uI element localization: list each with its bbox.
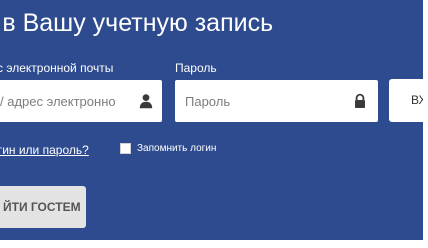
login-input[interactable] (0, 80, 140, 122)
page-edge-bottom (0, 240, 428, 248)
password-input[interactable] (185, 80, 345, 122)
lock-icon (355, 93, 365, 108)
password-field[interactable] (175, 80, 378, 122)
forgot-credentials-link[interactable]: логин или пароль? (0, 143, 89, 157)
password-field-label: Пароль (175, 61, 217, 75)
remember-login[interactable]: Запомнить логин (120, 143, 216, 154)
page-edge-right (423, 0, 428, 240)
remember-login-label: Запомнить логин (137, 143, 217, 154)
guest-login-button[interactable]: ЙТИ ГОСТЕМ (0, 186, 86, 228)
login-field[interactable] (0, 80, 162, 122)
login-title: ти в Вашу учетную запись (0, 9, 274, 37)
remember-login-checkbox[interactable] (120, 143, 131, 154)
login-panel: ти в Вашу учетную запись адрес электронн… (0, 0, 428, 248)
login-field-label: адрес электронной почты (0, 61, 114, 75)
user-icon (139, 94, 153, 109)
